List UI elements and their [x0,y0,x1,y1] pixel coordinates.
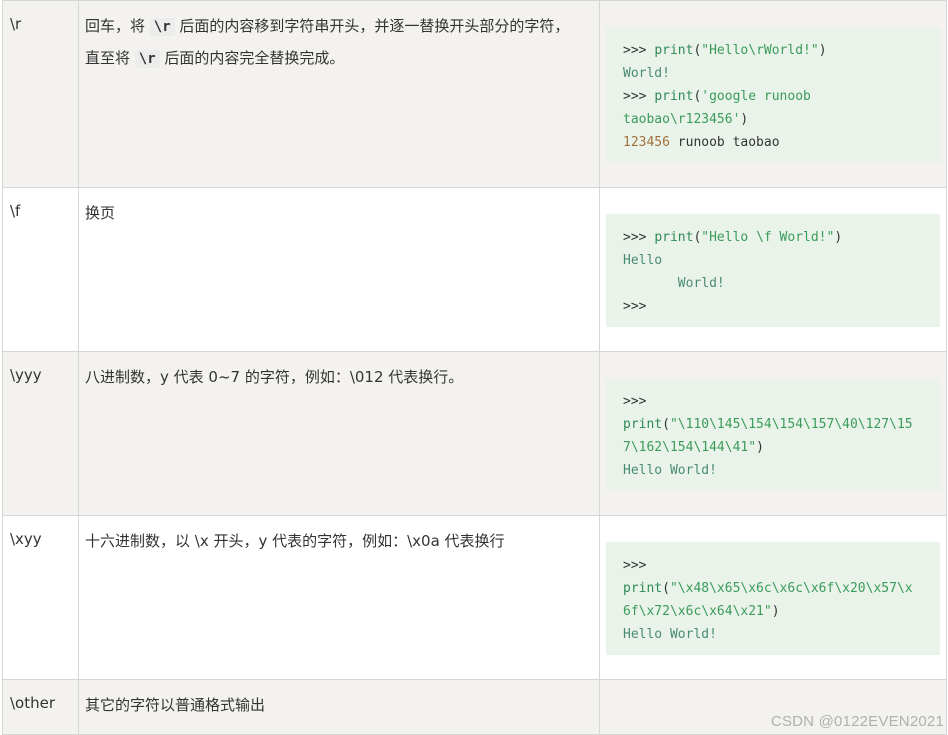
code-example[interactable]: >>> print("Hello \f World!") Hello World… [606,214,940,327]
description-text: 回车，将 [85,17,150,35]
escape-code: \yyy [2,351,79,516]
escape-sequence-table: \r 回车，将 \r 后面的内容移到字符串开头，并逐一替换开头部分的字符， 直至将… [2,0,947,735]
code-example[interactable]: >>> print("Hello\rWorld!") World! >>> pr… [606,27,940,163]
description: 八进制数，y 代表 0~7 的字符，例如：\012 代表换行。 [78,351,600,516]
description-text: 后面的内容完全替换完成。 [159,49,345,67]
table-row: \f 换页 >>> print("Hello \f World!") Hello… [2,187,947,352]
escape-code: \r [2,0,79,188]
code-example[interactable]: >>> print("\110\145\154\154\157\40\127\1… [606,378,940,491]
csdn-watermark: CSDN @0122EVEN2021 [770,713,944,730]
table-row: \r 回车，将 \r 后面的内容移到字符串开头，并逐一替换开头部分的字符， 直至将… [2,0,947,188]
description-text: 后面的内容移到字符串开头，并逐一替换开头部分的字符， [174,17,570,35]
escape-code: \f [2,187,79,352]
example-cell: >>> print("Hello \f World!") Hello World… [599,187,947,352]
table-row: \yyy 八进制数，y 代表 0~7 的字符，例如：\012 代表换行。 >>>… [2,351,947,516]
code-example[interactable]: >>> print("\x48\x65\x6c\x6c\x6f\x20\x57\… [606,542,940,655]
description: 十六进制数，以 \x 开头，y 代表的字符，例如：\x0a 代表换行 [78,515,600,680]
description: 其它的字符以普通格式输出 [78,679,600,735]
example-cell: >>> print("\x48\x65\x6c\x6c\x6f\x20\x57\… [599,515,947,680]
description: 回车，将 \r 后面的内容移到字符串开头，并逐一替换开头部分的字符， 直至将 \r… [78,0,600,188]
escape-code: \xyy [2,515,79,680]
table-row: \xyy 十六进制数，以 \x 开头，y 代表的字符，例如：\x0a 代表换行 … [2,515,947,680]
description-text: 直至将 [85,49,135,67]
example-cell: >>> print("\110\145\154\154\157\40\127\1… [599,351,947,516]
inline-code: \r [134,50,160,68]
inline-code: \r [149,18,175,36]
example-cell: >>> print("Hello\rWorld!") World! >>> pr… [599,0,947,188]
description: 换页 [78,187,600,352]
escape-code: \other [2,679,79,735]
